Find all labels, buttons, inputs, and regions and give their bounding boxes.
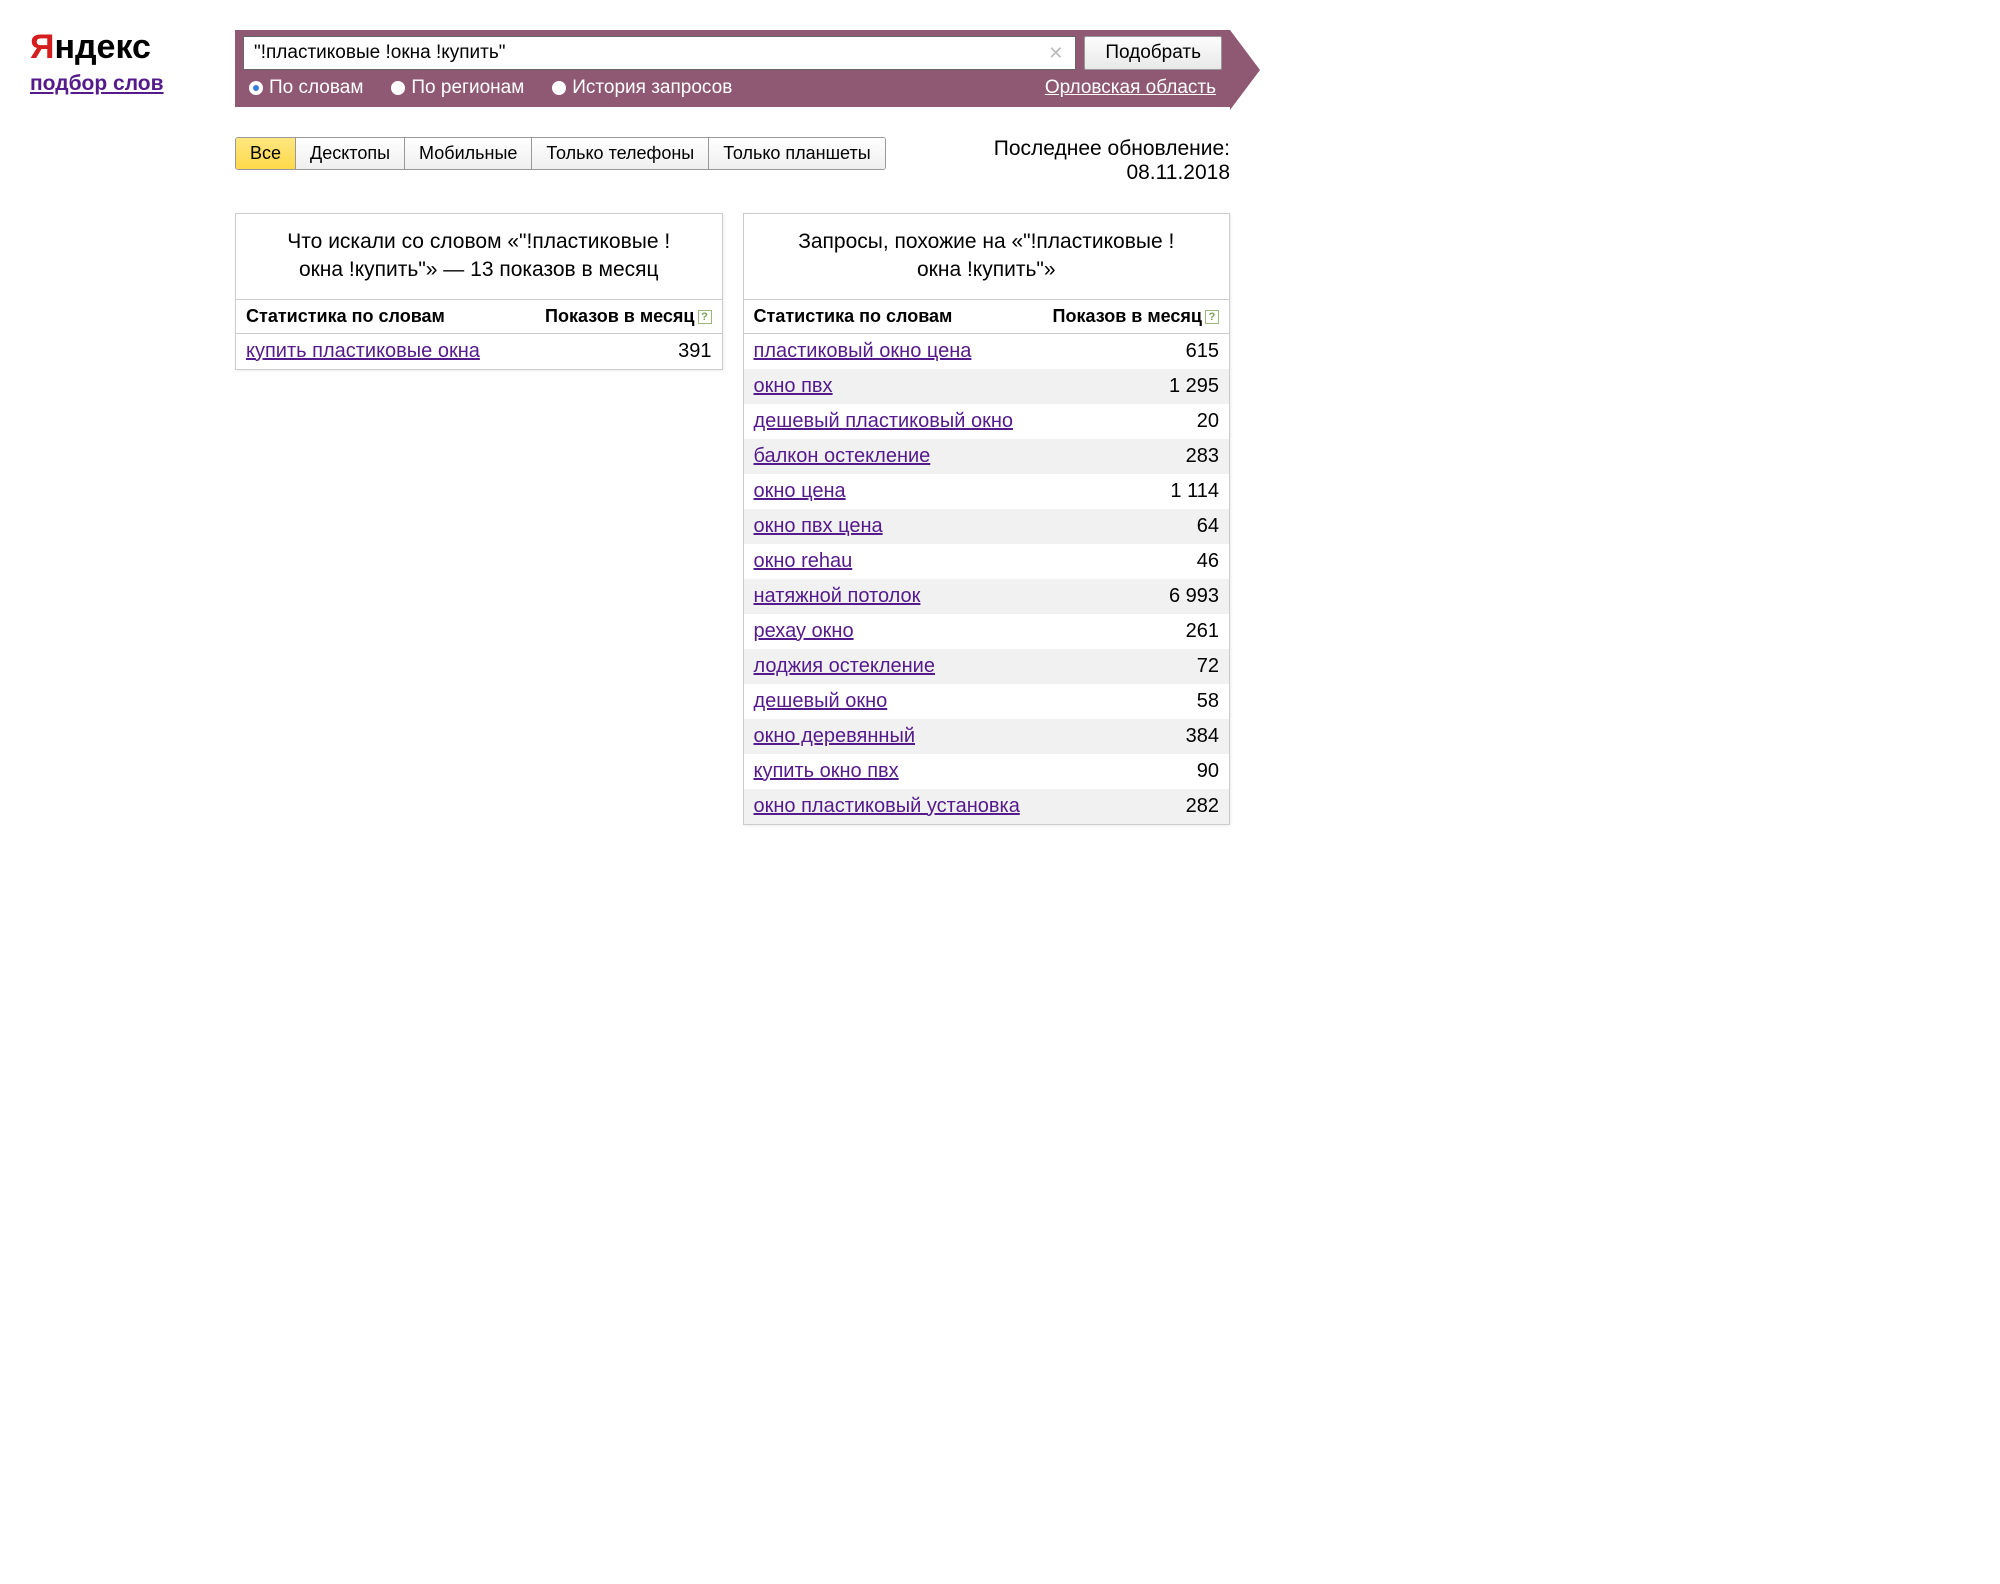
table-row: окно пластиковый установка 282 — [744, 789, 1230, 824]
col-stat: Статистика по словам — [744, 299, 1038, 333]
right-panel-title: Запросы, похожие на «"!пластиковые !окна… — [744, 214, 1230, 299]
keyword-link[interactable]: окно цена — [754, 480, 846, 502]
table-row: рехау окно 261 — [744, 614, 1230, 649]
logo-rest: ндекс — [54, 28, 151, 66]
keyword-link[interactable]: балкон остекление — [754, 445, 931, 467]
left-panel: Что искали со словом «"!пластиковые !окн… — [235, 213, 723, 370]
keyword-link[interactable]: дешевый пластиковый окно — [754, 410, 1014, 432]
table-row: окно пвх цена 64 — [744, 509, 1230, 544]
table-row: окно цена 1 114 — [744, 474, 1230, 509]
impressions-value: 384 — [1038, 719, 1229, 754]
keyword-link[interactable]: окно пвх цена — [754, 515, 883, 537]
col-impressions: Показов в месяц? — [1038, 299, 1229, 333]
radio-label: По регионам — [411, 77, 524, 99]
help-icon[interactable]: ? — [1205, 310, 1219, 324]
update-label: Последнее обновление: — [994, 137, 1230, 161]
col-impressions: Показов в месяц? — [516, 299, 722, 333]
impressions-value: 615 — [1038, 333, 1229, 369]
right-panel: Запросы, похожие на «"!пластиковые !окна… — [743, 213, 1231, 825]
search-bar: ✕ Подобрать По словам По регионам История … — [235, 30, 1230, 107]
logo[interactable]: Яндекс — [30, 30, 205, 64]
impressions-value: 90 — [1038, 754, 1229, 789]
keyword-link[interactable]: окно деревянный — [754, 725, 916, 747]
impressions-value: 1 295 — [1038, 369, 1229, 404]
search-input-wrap: ✕ — [243, 36, 1076, 70]
impressions-value: 58 — [1038, 684, 1229, 719]
radio-dot-icon — [391, 81, 405, 95]
impressions-value: 20 — [1038, 404, 1229, 439]
segment-btn-0[interactable]: Все — [236, 138, 296, 169]
radio-0[interactable]: По словам — [249, 77, 363, 99]
radio-dot-icon — [552, 81, 566, 95]
region-link[interactable]: Орловская область — [1045, 77, 1216, 99]
search-input[interactable] — [254, 42, 1046, 64]
impressions-value: 391 — [516, 333, 722, 369]
keyword-link[interactable]: окно пластиковый установка — [754, 795, 1020, 817]
update-info: Последнее обновление: 08.11.2018 — [994, 137, 1230, 185]
keyword-link[interactable]: дешевый окно — [754, 690, 888, 712]
keyword-link[interactable]: рехау окно — [754, 620, 854, 642]
impressions-value: 64 — [1038, 509, 1229, 544]
clear-icon[interactable]: ✕ — [1046, 43, 1065, 64]
impressions-value: 46 — [1038, 544, 1229, 579]
table-row: балкон остекление 283 — [744, 439, 1230, 474]
segment-btn-4[interactable]: Только планшеты — [709, 138, 884, 169]
radio-label: По словам — [269, 77, 363, 99]
table-row: дешевый окно 58 — [744, 684, 1230, 719]
table-row: дешевый пластиковый окно 20 — [744, 404, 1230, 439]
keyword-link[interactable]: окно rehau — [754, 550, 853, 572]
impressions-value: 282 — [1038, 789, 1229, 824]
device-segments: ВсеДесктопыМобильныеТолько телефоныТольк… — [235, 137, 886, 170]
segment-btn-1[interactable]: Десктопы — [296, 138, 405, 169]
subtitle-link[interactable]: подбор слов — [30, 72, 164, 95]
table-row: пластиковый окно цена 615 — [744, 333, 1230, 369]
logo-letter-y: Я — [30, 28, 54, 66]
table-row: натяжной потолок 6 993 — [744, 579, 1230, 614]
table-row: окно rehau 46 — [744, 544, 1230, 579]
keyword-link[interactable]: окно пвх — [754, 375, 833, 397]
table-row: лоджия остекление 72 — [744, 649, 1230, 684]
segment-btn-3[interactable]: Только телефоны — [532, 138, 709, 169]
keyword-link[interactable]: купить пластиковые окна — [246, 340, 480, 362]
keyword-link[interactable]: купить окно пвх — [754, 760, 899, 782]
left-panel-title: Что искали со словом «"!пластиковые !окн… — [236, 214, 722, 299]
search-button[interactable]: Подобрать — [1084, 36, 1222, 70]
help-icon[interactable]: ? — [698, 310, 712, 324]
segment-btn-2[interactable]: Мобильные — [405, 138, 532, 169]
keyword-link[interactable]: лоджия остекление — [754, 655, 935, 677]
table-row: окно пвх 1 295 — [744, 369, 1230, 404]
update-date: 08.11.2018 — [994, 161, 1230, 185]
keyword-link[interactable]: пластиковый окно цена — [754, 340, 972, 362]
radio-dot-icon — [249, 81, 263, 95]
col-stat: Статистика по словам — [236, 299, 516, 333]
radio-2[interactable]: История запросов — [552, 77, 732, 99]
impressions-value: 1 114 — [1038, 474, 1229, 509]
impressions-value: 283 — [1038, 439, 1229, 474]
impressions-value: 6 993 — [1038, 579, 1229, 614]
table-row: купить окно пвх 90 — [744, 754, 1230, 789]
impressions-value: 72 — [1038, 649, 1229, 684]
radio-label: История запросов — [572, 77, 732, 99]
table-row: окно деревянный 384 — [744, 719, 1230, 754]
impressions-value: 261 — [1038, 614, 1229, 649]
radio-1[interactable]: По регионам — [391, 77, 524, 99]
table-row: купить пластиковые окна 391 — [236, 333, 722, 369]
keyword-link[interactable]: натяжной потолок — [754, 585, 921, 607]
